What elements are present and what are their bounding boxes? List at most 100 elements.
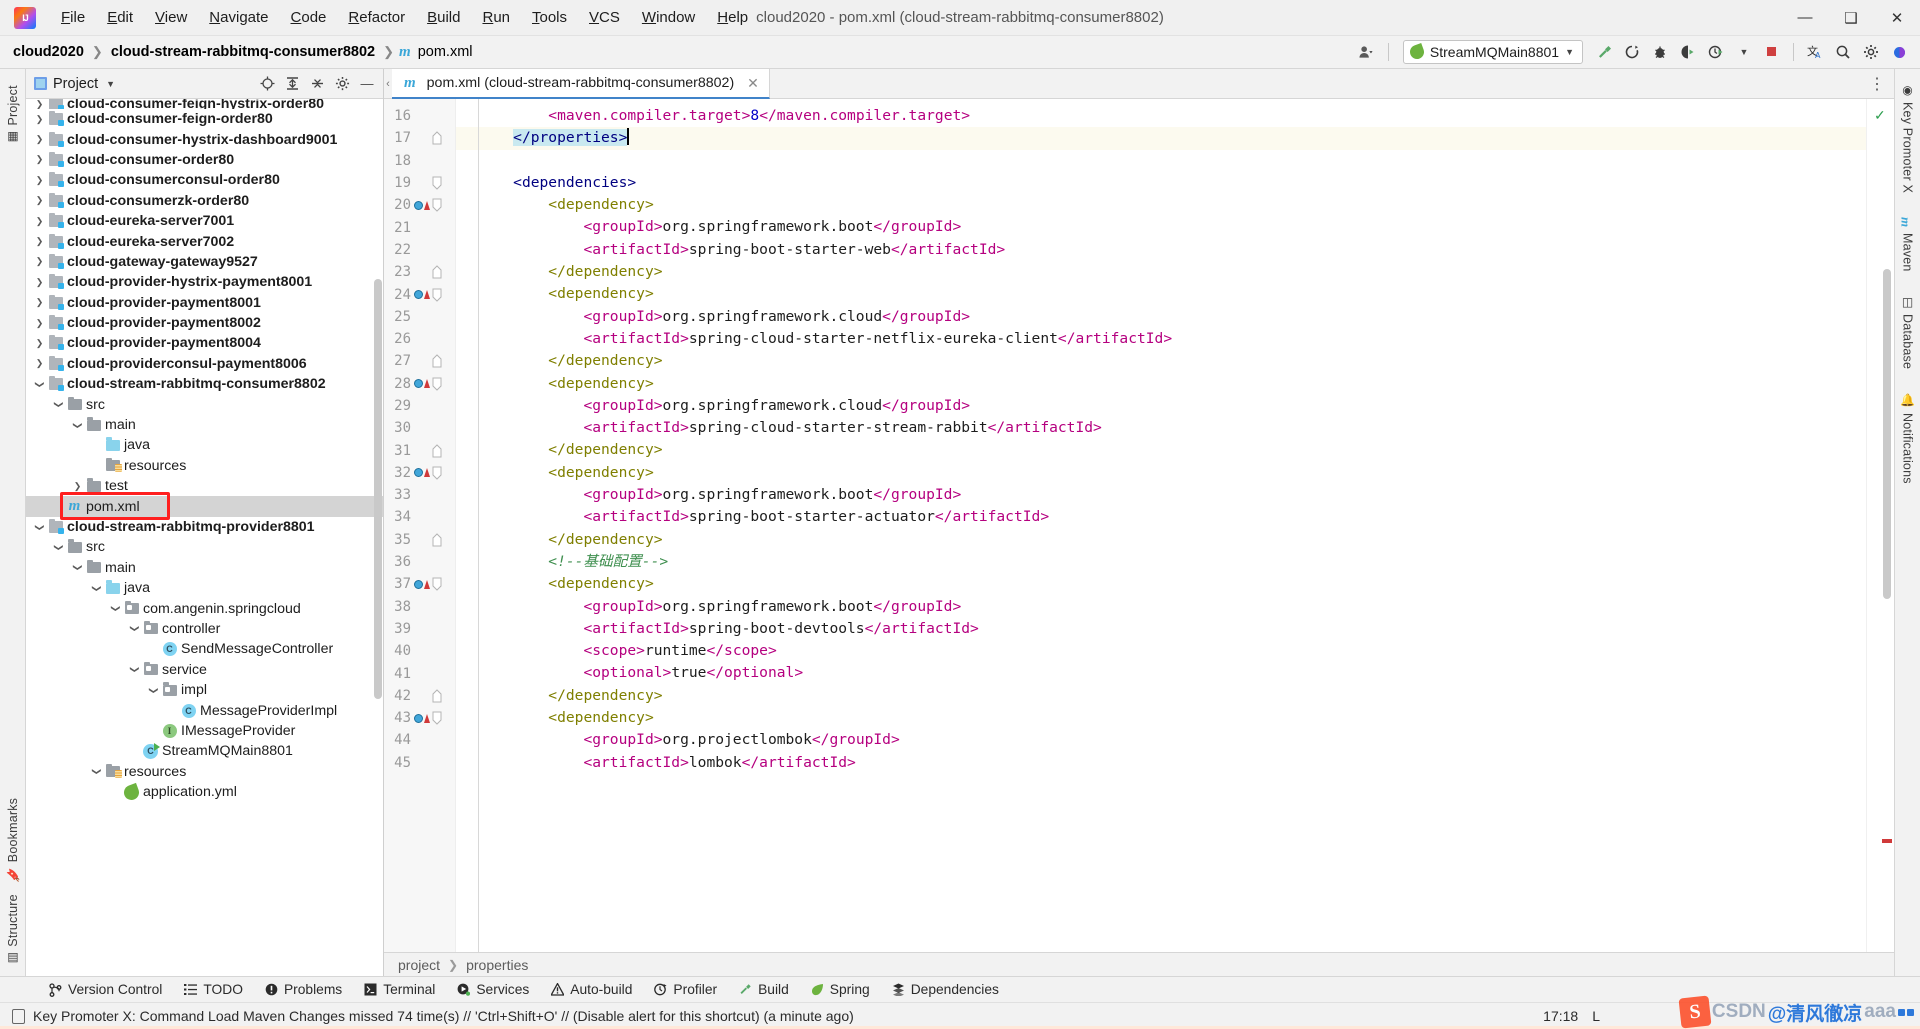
rerun-icon[interactable] — [1619, 39, 1645, 65]
code-line[interactable]: <artifactId>spring-boot-starter-actuator… — [456, 506, 1866, 528]
markup-stripe-mark[interactable] — [1882, 839, 1892, 843]
maven-dependency-marker-icon[interactable] — [414, 379, 430, 389]
bottom-tool-profiler[interactable]: Profiler — [643, 979, 728, 1000]
fold-collapse-icon[interactable] — [430, 198, 444, 213]
maven-dependency-marker-icon[interactable] — [414, 290, 430, 300]
gutter-line[interactable]: 18 — [384, 150, 455, 172]
tree-item[interactable]: ❯ cloud-gateway-gateway9527 — [26, 252, 383, 272]
build-hammer-icon[interactable] — [1591, 39, 1617, 65]
menu-item-vcs[interactable]: VCS — [578, 4, 631, 32]
tree-item[interactable]: C SendMessageController — [26, 639, 383, 659]
code-line[interactable]: <dependency> — [456, 462, 1866, 484]
menu-item-refactor[interactable]: Refactor — [337, 4, 416, 32]
code-line[interactable]: </dependency> — [456, 529, 1866, 551]
tree-item[interactable]: ❯ cloud-providerconsul-payment8006 — [26, 354, 383, 374]
chevron-right-icon[interactable]: ❯ — [32, 195, 47, 206]
editor-markup-bar[interactable]: ✓ — [1866, 99, 1894, 952]
tree-item[interactable]: application.yml — [26, 782, 383, 802]
expand-all-icon[interactable] — [280, 72, 304, 96]
chevron-right-icon[interactable]: ❯ — [32, 338, 47, 349]
tree-item[interactable]: ❯ cloud-consumer-hystrix-dashboard9001 — [26, 129, 383, 149]
search-everywhere-icon[interactable] — [1830, 39, 1856, 65]
tree-item[interactable]: ❯ cloud-provider-payment8004 — [26, 333, 383, 353]
translate-icon[interactable]: 文A — [1802, 39, 1828, 65]
close-icon[interactable]: ✕ — [747, 75, 759, 92]
code-line[interactable]: <maven.compiler.target>8</maven.compiler… — [456, 105, 1866, 127]
gutter-line[interactable]: 41 — [384, 662, 455, 684]
code-line[interactable]: <groupId>org.springframework.boot</group… — [456, 216, 1866, 238]
select-opened-file-icon[interactable] — [255, 72, 279, 96]
chevron-down-icon[interactable]: ❯ — [34, 377, 45, 392]
gutter-line[interactable]: 16 — [384, 105, 455, 127]
chevron-down-icon[interactable]: ❯ — [129, 621, 140, 636]
bottom-tool-build[interactable]: Build — [728, 979, 800, 1000]
tab-scroll-left-icon[interactable]: ‹ — [384, 69, 392, 98]
gutter-line[interactable]: 35 — [384, 529, 455, 551]
tree-item[interactable]: ❯ impl — [26, 680, 383, 700]
code-line[interactable]: <artifactId>spring-cloud-starter-netflix… — [456, 328, 1866, 350]
tree-item[interactable]: ❯ service — [26, 660, 383, 680]
breadcrumb-file[interactable]: pom.xml — [415, 42, 476, 62]
user-avatar-icon[interactable] — [1354, 39, 1380, 65]
tree-item[interactable]: ❯ cloud-consumer-feign-hystrix-order80 — [26, 99, 383, 109]
gutter-line[interactable]: 19 — [384, 172, 455, 194]
tree-item[interactable]: ❯ cloud-eureka-server7002 — [26, 231, 383, 251]
chevron-down-icon[interactable]: ❯ — [53, 397, 64, 412]
tree-item[interactable]: C MessageProviderImpl — [26, 700, 383, 720]
tree-item[interactable]: ❯ cloud-provider-payment8002 — [26, 313, 383, 333]
code-line[interactable]: </dependency> — [456, 350, 1866, 372]
tree-item[interactable]: ❯ cloud-stream-rabbitmq-provider8801 — [26, 517, 383, 537]
chevron-down-icon[interactable]: ▼ — [1565, 47, 1574, 57]
code-line[interactable]: <artifactId>spring-cloud-starter-stream-… — [456, 417, 1866, 439]
tree-item[interactable]: ❯ test — [26, 476, 383, 496]
tree-item[interactable]: ❯ main — [26, 415, 383, 435]
tree-item[interactable]: ❯ cloud-consumer-order80 — [26, 150, 383, 170]
tree-item[interactable]: ❯ resources — [26, 762, 383, 782]
sidebar-item-key-promoter-x[interactable]: ◉ Key Promoter X — [1898, 77, 1918, 199]
gutter-line[interactable]: 27 — [384, 350, 455, 372]
gutter-line[interactable]: 40 — [384, 640, 455, 662]
maximize-button[interactable]: ❑ — [1828, 0, 1874, 35]
bottom-tool-terminal[interactable]: Terminal — [353, 979, 446, 1000]
settings-gear-icon[interactable] — [330, 72, 354, 96]
bottom-tool-todo[interactable]: TODO — [173, 979, 254, 1000]
editor-scrollbar[interactable] — [1883, 269, 1891, 599]
menu-item-build[interactable]: Build — [416, 4, 471, 32]
tree-item[interactable]: ❯ java — [26, 578, 383, 598]
tree-item[interactable]: ❯ cloud-eureka-server7001 — [26, 211, 383, 231]
code-line[interactable]: </dependency> — [456, 439, 1866, 461]
sidebar-item-maven[interactable]: m Maven — [1895, 211, 1920, 277]
chevron-right-icon[interactable]: ❯ — [70, 481, 85, 492]
ai-assistant-icon[interactable] — [1886, 39, 1912, 65]
tree-item[interactable]: java — [26, 435, 383, 455]
sidebar-item-bookmarks[interactable]: 🔖 Bookmarks — [3, 792, 23, 888]
menu-item-window[interactable]: Window — [631, 4, 706, 32]
bottom-tool-dependencies[interactable]: Dependencies — [881, 979, 1010, 1000]
code-line[interactable]: <artifactId>spring-boot-devtools</artifa… — [456, 618, 1866, 640]
editor-breadcrumb-project[interactable]: project — [398, 957, 440, 973]
code-line[interactable]: <artifactId>spring-boot-starter-web</art… — [456, 239, 1866, 261]
sidebar-item-database[interactable]: ◫ Database — [1898, 289, 1918, 375]
code-line[interactable]: <!--基础配置--> — [456, 551, 1866, 573]
minimize-button[interactable]: — — [1782, 0, 1828, 35]
code-line[interactable]: <optional>true</optional> — [456, 662, 1866, 684]
sidebar-item-project[interactable]: ▦ Project — [3, 79, 23, 151]
menu-item-file[interactable]: File — [50, 4, 96, 32]
code-line[interactable]: <dependency> — [456, 283, 1866, 305]
gutter-line[interactable]: 21 — [384, 216, 455, 238]
tree-item[interactable]: ❯ cloud-consumerzk-order80 — [26, 191, 383, 211]
maven-dependency-marker-icon[interactable] — [414, 200, 430, 210]
gutter-line[interactable]: 23 — [384, 261, 455, 283]
code-line[interactable]: <dependency> — [456, 373, 1866, 395]
menu-item-code[interactable]: Code — [280, 4, 338, 32]
chevron-right-icon[interactable]: ❯ — [32, 114, 47, 125]
chevron-down-icon[interactable]: ▼ — [1731, 39, 1757, 65]
fold-end-icon[interactable] — [430, 533, 444, 547]
gutter-line[interactable]: 34 — [384, 506, 455, 528]
code-line[interactable]: <dependency> — [456, 573, 1866, 595]
chevron-down-icon[interactable]: ❯ — [129, 662, 140, 677]
chevron-down-icon[interactable]: ❯ — [91, 764, 102, 779]
chevron-right-icon[interactable]: ❯ — [32, 358, 47, 369]
maven-dependency-marker-icon[interactable] — [414, 579, 430, 589]
code-line[interactable] — [456, 150, 1866, 172]
